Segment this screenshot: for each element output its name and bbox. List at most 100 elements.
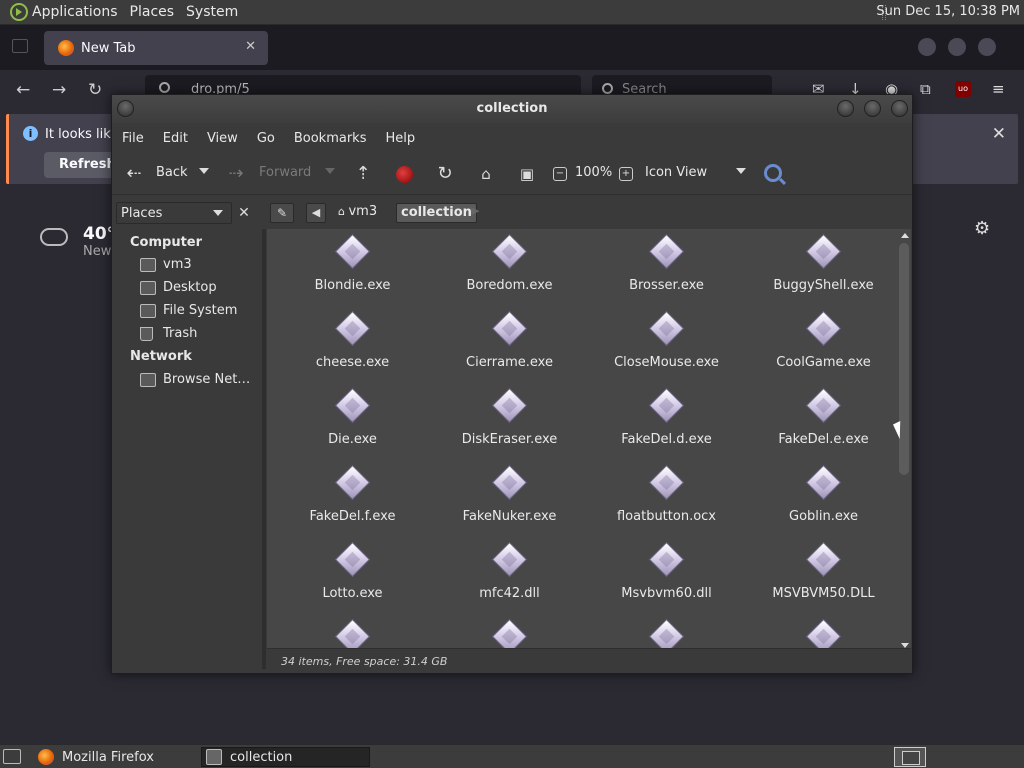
- file-item[interactable]: cheese.exe: [274, 306, 431, 383]
- back-history-dropdown[interactable]: [199, 168, 209, 174]
- home-icon[interactable]: ⌂: [474, 162, 498, 186]
- up-arrow-icon[interactable]: ⇡: [351, 162, 375, 186]
- file-item[interactable]: FakeDel.d.exe: [588, 383, 745, 460]
- file-item[interactable]: [745, 614, 902, 648]
- file-name: CloseMouse.exe: [614, 355, 719, 370]
- file-item[interactable]: FakeDel.e.exe: [745, 383, 902, 460]
- forward-arrow-icon[interactable]: ⇢: [224, 162, 248, 186]
- forward-button[interactable]: Forward: [259, 165, 311, 180]
- clock[interactable]: Sun Dec 15, 10:38 PM: [876, 4, 1020, 19]
- file-item[interactable]: [431, 614, 588, 648]
- file-item[interactable]: Blondie.exe: [274, 229, 431, 306]
- firefox-view-icon[interactable]: [12, 39, 28, 53]
- menu-view[interactable]: View: [207, 131, 238, 146]
- ublock-icon[interactable]: uo: [955, 81, 971, 97]
- file-item[interactable]: Cierrame.exe: [431, 306, 588, 383]
- firefox-minimize-button[interactable]: [918, 38, 936, 56]
- file-item[interactable]: Lotto.exe: [274, 537, 431, 614]
- menu-system[interactable]: System: [182, 4, 246, 20]
- menu-applications[interactable]: Applications: [28, 4, 126, 20]
- back-button[interactable]: Back: [156, 165, 188, 180]
- gear-icon[interactable]: ⚙: [974, 218, 990, 239]
- file-item[interactable]: FakeNuker.exe: [431, 460, 588, 537]
- file-item[interactable]: floatbutton.ocx: [588, 460, 745, 537]
- breadcrumb-collection[interactable]: collection: [396, 203, 477, 223]
- taskbar-item-firefox[interactable]: Mozilla Firefox: [38, 747, 154, 767]
- zoom-in-icon[interactable]: +: [619, 167, 633, 181]
- file-item[interactable]: Msvbvm60.dll: [588, 537, 745, 614]
- view-mode-select[interactable]: Icon View: [645, 165, 707, 180]
- file-item[interactable]: mfc42.dll: [431, 537, 588, 614]
- file-name: DiskEraser.exe: [461, 432, 558, 447]
- view-mode-dropdown[interactable]: [736, 168, 746, 174]
- sidebar-item-label: File System: [163, 303, 238, 318]
- sidebar-item-file-system[interactable]: File System: [140, 303, 237, 318]
- menu-file[interactable]: File: [122, 131, 144, 146]
- forward-arrow-icon[interactable]: →: [52, 80, 66, 100]
- sidebar-pane-divider[interactable]: [262, 229, 266, 669]
- file-item[interactable]: Goblin.exe: [745, 460, 902, 537]
- executable-file-icon: [648, 387, 685, 424]
- sidebar-item-browse-network[interactable]: Browse Net…: [140, 372, 250, 387]
- firefox-close-button[interactable]: [978, 38, 996, 56]
- menu-places[interactable]: Places: [126, 4, 183, 20]
- edit-location-icon[interactable]: ✎: [270, 203, 294, 223]
- reload-icon[interactable]: ↻: [433, 162, 457, 186]
- window-menu-button[interactable]: [117, 100, 134, 117]
- forward-history-dropdown[interactable]: [325, 168, 335, 174]
- show-desktop-icon[interactable]: [3, 749, 21, 764]
- applications-logo-icon[interactable]: [10, 3, 28, 21]
- firefox-tab[interactable]: New Tab ✕: [44, 31, 268, 65]
- sidebar-item-trash[interactable]: Trash: [140, 326, 197, 341]
- sidebar-item-desktop[interactable]: Desktop: [140, 280, 217, 295]
- file-item[interactable]: Die.exe: [274, 383, 431, 460]
- executable-file-icon: [805, 541, 842, 578]
- file-name: Msvbvm60.dll: [621, 586, 712, 601]
- back-arrow-icon[interactable]: ←: [16, 80, 30, 100]
- file-icon-view[interactable]: Blondie.exe Boredom.exe Brosser.exe BuggySh…: [267, 229, 911, 648]
- scrollbar-thumb[interactable]: [899, 243, 909, 475]
- close-sidebar-icon[interactable]: ✕: [234, 203, 254, 223]
- extensions-icon[interactable]: ⧉: [920, 80, 931, 98]
- close-button[interactable]: [891, 100, 908, 117]
- sidebar-item-label: vm3: [163, 257, 192, 272]
- vertical-scrollbar[interactable]: [897, 233, 911, 648]
- back-arrow-icon[interactable]: ⇠: [122, 162, 146, 186]
- firefox-maximize-button[interactable]: [948, 38, 966, 56]
- file-item[interactable]: FakeDel.f.exe: [274, 460, 431, 537]
- menu-edit[interactable]: Edit: [163, 131, 188, 146]
- scroll-up-icon[interactable]: [901, 233, 909, 238]
- maximize-button[interactable]: [864, 100, 881, 117]
- zoom-out-icon[interactable]: −: [553, 167, 567, 181]
- file-item[interactable]: MSVBVM50.DLL: [745, 537, 902, 614]
- search-icon[interactable]: [764, 164, 782, 182]
- file-item[interactable]: [274, 614, 431, 648]
- file-item[interactable]: BuggyShell.exe: [745, 229, 902, 306]
- path-left-arrow-icon[interactable]: ◀: [306, 203, 326, 223]
- notification-close-icon[interactable]: ✕: [992, 124, 1006, 144]
- file-item[interactable]: CoolGame.exe: [745, 306, 902, 383]
- workspace-switcher[interactable]: [894, 747, 926, 767]
- reload-icon[interactable]: ↻: [88, 80, 102, 100]
- file-item[interactable]: CloseMouse.exe: [588, 306, 745, 383]
- minimize-button[interactable]: [837, 100, 854, 117]
- menu-go[interactable]: Go: [257, 131, 275, 146]
- window-titlebar[interactable]: collection: [112, 95, 912, 123]
- computer-icon[interactable]: ▣: [515, 162, 539, 186]
- hamburger-menu-icon[interactable]: ≡: [992, 80, 1005, 98]
- menu-bookmarks[interactable]: Bookmarks: [294, 131, 367, 146]
- tab-close-icon[interactable]: ✕: [245, 39, 256, 54]
- breadcrumb-vm3[interactable]: ⌂ vm3: [334, 203, 381, 223]
- file-item[interactable]: DiskEraser.exe: [431, 383, 588, 460]
- path-right-arrow-icon[interactable]: ▶: [471, 204, 479, 217]
- file-name: FakeDel.f.exe: [309, 509, 396, 524]
- file-item[interactable]: [588, 614, 745, 648]
- menu-help[interactable]: Help: [385, 131, 415, 146]
- toolbar: ⇠ Back ⇢ Forward ⇡ ↻ ⌂ ▣ − 100% + Icon V…: [112, 153, 912, 195]
- file-item[interactable]: Brosser.exe: [588, 229, 745, 306]
- sidebar-selector[interactable]: Places: [116, 202, 232, 224]
- sidebar-item-vm3[interactable]: vm3: [140, 257, 192, 272]
- file-item[interactable]: Boredom.exe: [431, 229, 588, 306]
- taskbar-item-collection[interactable]: collection: [201, 747, 370, 767]
- stop-icon[interactable]: [396, 166, 413, 183]
